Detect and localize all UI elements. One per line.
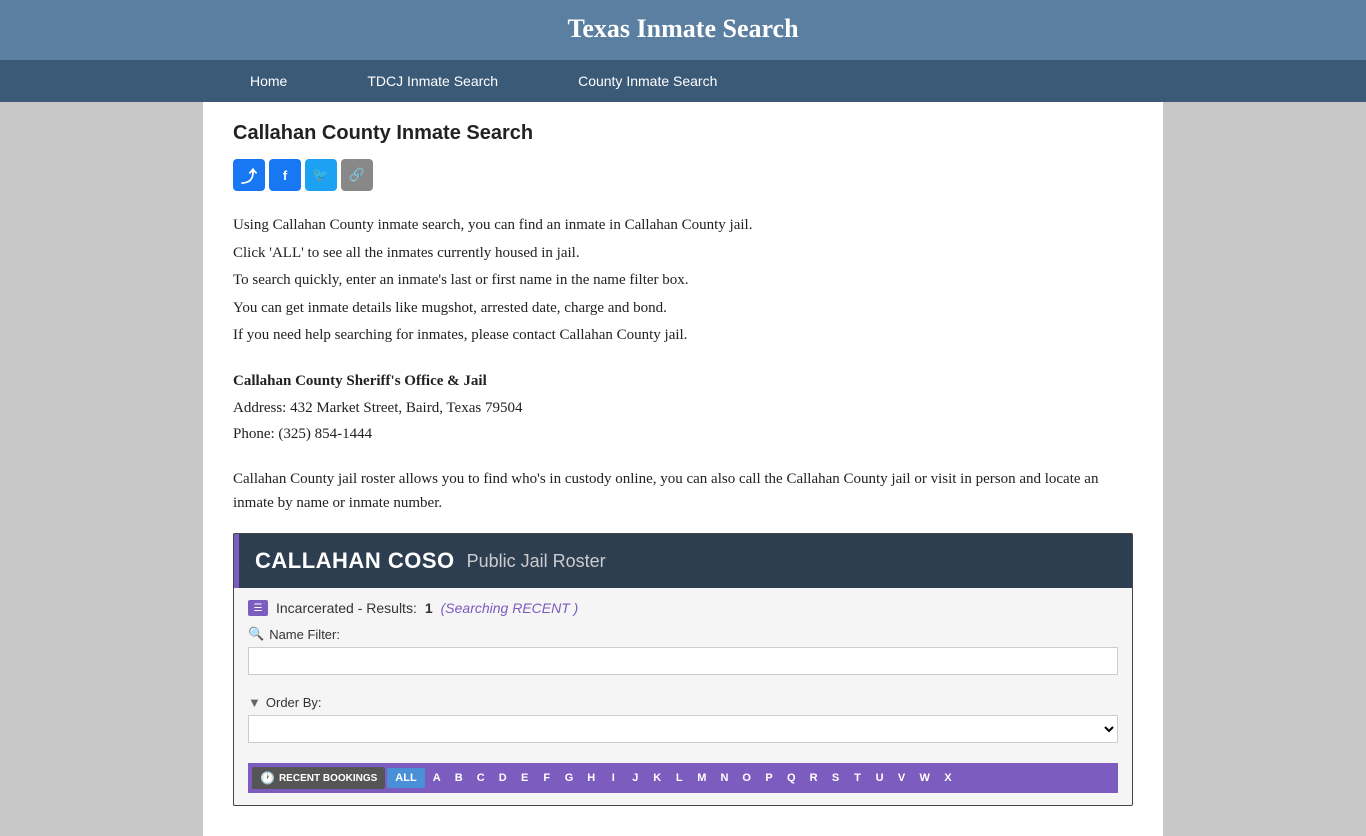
sheriff-address: Address: 432 Market Street, Baird, Texas… [233, 396, 1133, 422]
order-by-select[interactable] [248, 715, 1118, 743]
alpha-btn-j[interactable]: J [625, 768, 645, 788]
facebook-button[interactable]: f [269, 159, 301, 191]
alpha-btn-x[interactable]: X [938, 768, 958, 788]
copy-link-button[interactable]: 🔗 [341, 159, 373, 191]
incarcerated-icon: ☰ [248, 600, 268, 616]
incarcerated-results-line: ☰ Incarcerated - Results: 1 (Searching R… [248, 600, 1118, 616]
social-share-bar: ⤴ f 🐦 🔗 [233, 159, 1133, 191]
twitter-icon: 🐦 [313, 167, 329, 183]
alpha-btn-l[interactable]: L [669, 768, 689, 788]
all-btn[interactable]: ALL [387, 768, 424, 788]
sheriff-block: Callahan County Sheriff's Office & Jail … [233, 369, 1133, 448]
alpha-btn-n[interactable]: N [714, 768, 734, 788]
search-icon: 🔍 [248, 626, 264, 642]
order-by-label-row: ▼ Order By: [248, 695, 1118, 710]
sheriff-title: Callahan County Sheriff's Office & Jail [233, 369, 1133, 395]
filter-icon: ▼ [248, 695, 261, 710]
alpha-btn-f[interactable]: F [537, 768, 557, 788]
name-filter-label: Name Filter: [269, 627, 340, 642]
content-area: Callahan County Inmate Search ⤴ f 🐦 🔗 Us… [203, 102, 1163, 836]
alpha-btn-d[interactable]: D [493, 768, 513, 788]
site-header: Texas Inmate Search [0, 0, 1366, 60]
alpha-btn-s[interactable]: S [826, 768, 846, 788]
alpha-btn-u[interactable]: U [870, 768, 890, 788]
alpha-btn-c[interactable]: C [471, 768, 491, 788]
alpha-btn-g[interactable]: G [559, 768, 580, 788]
name-filter-row: 🔍 Name Filter: [248, 626, 1118, 685]
alpha-btn-q[interactable]: Q [781, 768, 802, 788]
alpha-btn-a[interactable]: A [427, 768, 447, 788]
nav-tdcj[interactable]: TDCJ Inmate Search [327, 60, 538, 102]
alpha-btn-r[interactable]: R [804, 768, 824, 788]
roster-facility-bold: CALLAHAN COSO [255, 548, 455, 574]
twitter-button[interactable]: 🐦 [305, 159, 337, 191]
alpha-btn-h[interactable]: H [581, 768, 601, 788]
roster-paragraph: Callahan County jail roster allows you t… [233, 467, 1133, 515]
desc-line-5: If you need help searching for inmates, … [233, 323, 1133, 349]
desc-line-1: Using Callahan County inmate search, you… [233, 213, 1133, 239]
facebook-icon: f [283, 168, 287, 183]
alpha-btn-m[interactable]: M [691, 768, 712, 788]
nav-home[interactable]: Home [210, 60, 327, 102]
recent-bookings-btn[interactable]: 🕐 RECENT BOOKINGS [252, 767, 385, 789]
incarcerated-label: Incarcerated - Results: [276, 600, 417, 616]
clock-icon: 🕐 [260, 771, 275, 785]
roster-widget: CALLAHAN COSO Public Jail Roster ☰ Incar… [233, 533, 1133, 806]
alpha-btn-e[interactable]: E [515, 768, 535, 788]
share-button[interactable]: ⤴ [233, 159, 265, 191]
main-wrapper: Callahan County Inmate Search ⤴ f 🐦 🔗 Us… [0, 102, 1366, 836]
desc-line-2: Click 'ALL' to see all the inmates curre… [233, 241, 1133, 267]
main-nav: Home TDCJ Inmate Search County Inmate Se… [0, 60, 1366, 102]
alpha-btn-p[interactable]: P [759, 768, 779, 788]
roster-header: CALLAHAN COSO Public Jail Roster [234, 534, 1132, 588]
alpha-btn-k[interactable]: K [647, 768, 667, 788]
link-icon: 🔗 [349, 167, 365, 183]
share-icon: ⤴ [241, 163, 257, 187]
alpha-btn-i[interactable]: I [603, 768, 623, 788]
searching-text: (Searching RECENT ) [441, 600, 579, 616]
roster-facility-light: Public Jail Roster [467, 551, 606, 572]
alpha-btn-v[interactable]: V [892, 768, 912, 788]
site-title: Texas Inmate Search [0, 14, 1366, 44]
name-filter-label-row: 🔍 Name Filter: [248, 626, 1118, 642]
desc-line-4: You can get inmate details like mugshot,… [233, 296, 1133, 322]
order-by-row: ▼ Order By: [248, 695, 1118, 753]
alpha-btn-o[interactable]: O [736, 768, 757, 788]
results-count: 1 [425, 600, 433, 616]
nav-county[interactable]: County Inmate Search [538, 60, 757, 102]
name-filter-input[interactable] [248, 647, 1118, 675]
roster-body: ☰ Incarcerated - Results: 1 (Searching R… [234, 588, 1132, 805]
alpha-btn-b[interactable]: B [449, 768, 469, 788]
sheriff-phone: Phone: (325) 854-1444 [233, 422, 1133, 448]
description-block: Using Callahan County inmate search, you… [233, 213, 1133, 349]
alpha-btn-t[interactable]: T [848, 768, 868, 788]
order-by-label: Order By: [266, 695, 322, 710]
alpha-btn-w[interactable]: W [914, 768, 936, 788]
desc-line-3: To search quickly, enter an inmate's las… [233, 268, 1133, 294]
recent-bookings-label: RECENT BOOKINGS [279, 773, 377, 784]
page-title: Callahan County Inmate Search [233, 122, 1133, 145]
